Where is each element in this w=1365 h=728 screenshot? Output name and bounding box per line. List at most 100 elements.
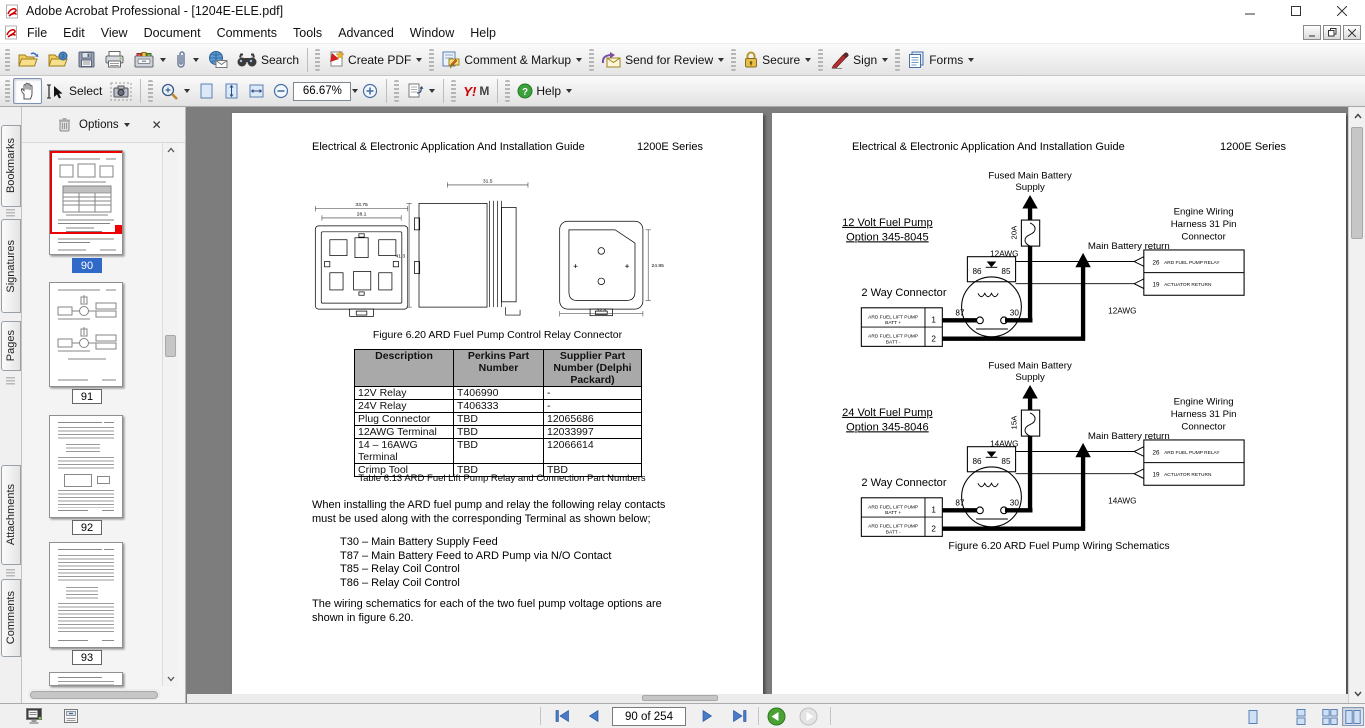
panel-options-button[interactable]: Options [79, 119, 130, 131]
page-number-badge[interactable]: 90 [72, 258, 102, 273]
toolbar-grip[interactable] [731, 49, 736, 71]
menu-edit[interactable]: Edit [55, 22, 93, 44]
page-number-badge[interactable]: 92 [72, 520, 102, 535]
tab-grip[interactable] [6, 209, 15, 217]
tab-grip[interactable] [6, 569, 15, 577]
tab-pages[interactable]: Pages [1, 321, 21, 371]
first-page-button[interactable] [549, 706, 575, 726]
menu-comments[interactable]: Comments [209, 22, 285, 44]
window-minimize-button[interactable] [1227, 0, 1273, 22]
sign-dropdown-arrow[interactable] [882, 58, 888, 62]
document-scrollbar[interactable] [1348, 107, 1365, 703]
panel-hscrollbar-thumb[interactable] [30, 691, 158, 699]
document-close-button[interactable] [1343, 25, 1361, 40]
tab-bookmarks[interactable]: Bookmarks [1, 125, 21, 207]
menu-tools[interactable]: Tools [285, 22, 330, 44]
attach-dropdown-arrow[interactable] [193, 58, 199, 62]
email-button[interactable] [203, 48, 232, 71]
toolbar-grip[interactable] [148, 80, 153, 102]
organizer-button[interactable] [129, 48, 170, 71]
actual-size-button[interactable] [194, 80, 219, 102]
panel-close-icon[interactable]: ✕ [152, 118, 162, 132]
page-display-button[interactable] [402, 80, 439, 102]
document-scroll-up-icon[interactable] [1354, 113, 1362, 119]
window-close-button[interactable] [1319, 0, 1365, 22]
zoom-out-button[interactable] [269, 81, 293, 101]
help-button[interactable]: ? Help [513, 81, 576, 101]
visible-area-resize-handle[interactable] [115, 225, 122, 232]
secure-dropdown-arrow[interactable] [805, 58, 811, 62]
toolbar-grip[interactable] [895, 49, 900, 71]
open-button[interactable] [13, 49, 43, 71]
toolbar-grip[interactable] [451, 80, 456, 102]
print-button[interactable] [100, 48, 129, 71]
previous-page-button[interactable] [581, 706, 607, 726]
panel-scroll-up-icon[interactable] [167, 147, 175, 153]
page-indicator-input[interactable] [612, 707, 686, 726]
panel-scrollbar[interactable] [162, 143, 178, 686]
help-dropdown-arrow[interactable] [566, 89, 572, 93]
snapshot-tool-button[interactable] [106, 80, 136, 103]
organizer-dropdown-arrow[interactable] [160, 58, 166, 62]
hand-tool-button[interactable] [13, 78, 42, 104]
forms-button[interactable]: Forms [903, 48, 978, 71]
tab-comments[interactable]: Comments [1, 579, 21, 657]
document-hscrollbar[interactable] [187, 694, 1348, 703]
secure-button[interactable]: Secure [739, 48, 815, 71]
page-number-badge[interactable]: 91 [72, 389, 102, 404]
toolbar-grip[interactable] [5, 80, 10, 102]
panel-scrollbar-thumb[interactable] [165, 335, 176, 357]
fit-width-button[interactable] [244, 80, 269, 102]
save-button[interactable] [73, 48, 100, 71]
yahoo-toolbar-button[interactable]: Y!M [459, 82, 493, 101]
menu-view[interactable]: View [93, 22, 136, 44]
sign-button[interactable]: Sign [826, 49, 892, 71]
document-hscrollbar-thumb[interactable] [642, 695, 718, 701]
toolbar-grip[interactable] [589, 49, 594, 71]
attach-button[interactable] [170, 48, 203, 71]
fullscreen-view-button[interactable] [24, 706, 46, 726]
document-minimize-button[interactable] [1303, 25, 1321, 40]
menu-window[interactable]: Window [402, 22, 462, 44]
facing-view-button[interactable] [1342, 707, 1364, 726]
continuous-facing-view-button[interactable] [1319, 707, 1341, 726]
create-pdf-button[interactable]: Create PDF [323, 48, 426, 71]
page-thumbnail-partial[interactable] [49, 672, 127, 686]
send-review-dropdown-arrow[interactable] [718, 58, 724, 62]
fit-page-button[interactable] [219, 80, 244, 102]
select-tool-button[interactable]: Select [42, 81, 106, 102]
next-page-button[interactable] [694, 706, 720, 726]
toolbar-grip[interactable] [5, 49, 10, 71]
document-scroll-down-icon[interactable] [1354, 691, 1362, 697]
menu-help[interactable]: Help [462, 22, 504, 44]
toolbar-grip[interactable] [429, 49, 434, 71]
window-maximize-button[interactable] [1273, 0, 1319, 22]
zoom-in-button[interactable] [358, 81, 382, 101]
zoom-level-input[interactable] [293, 82, 351, 101]
page-thumbnail-92[interactable]: 92 [49, 415, 127, 518]
create-pdf-dropdown-arrow[interactable] [416, 58, 422, 62]
toolbar-grip[interactable] [818, 49, 823, 71]
menu-document[interactable]: Document [136, 22, 209, 44]
zoom-tool-dropdown-arrow[interactable] [184, 89, 190, 93]
toolbar-grip[interactable] [505, 80, 510, 102]
last-page-button[interactable] [726, 706, 752, 726]
forms-dropdown-arrow[interactable] [968, 58, 974, 62]
previous-view-button[interactable] [764, 706, 788, 726]
page-display-dropdown-arrow[interactable] [429, 89, 435, 93]
panel-scroll-down-icon[interactable] [167, 676, 175, 682]
page-thumbnail-91[interactable]: 91 [49, 282, 127, 387]
page-number-badge[interactable]: 93 [72, 650, 102, 665]
document-area[interactable]: Electrical & Electronic Application And … [187, 107, 1348, 703]
document-restore-button[interactable] [1323, 25, 1341, 40]
page-layout-drawer-button[interactable] [60, 706, 82, 726]
open-web-button[interactable] [43, 49, 73, 71]
menu-advanced[interactable]: Advanced [330, 22, 402, 44]
single-page-view-button[interactable] [1242, 707, 1264, 726]
tab-grip[interactable] [6, 377, 15, 385]
tab-attachments[interactable]: Attachments [1, 465, 21, 565]
menu-file[interactable]: File [19, 22, 55, 44]
comment-markup-dropdown-arrow[interactable] [576, 58, 582, 62]
toolbar-grip[interactable] [394, 80, 399, 102]
page-thumbnail-93[interactable]: 93 [49, 542, 127, 648]
